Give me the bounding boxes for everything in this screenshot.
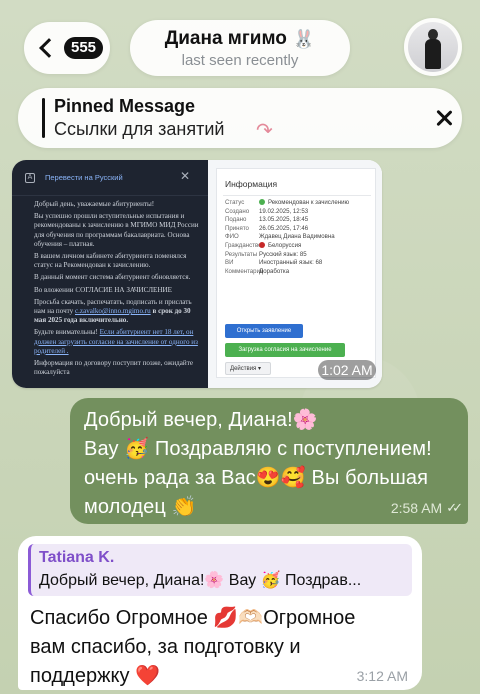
info-row: Подано 13.05.2025, 18:45 <box>225 216 375 225</box>
email-paragraph: Просьба скачать, распечатать, подписать … <box>34 298 202 326</box>
incoming-message[interactable]: Tatiana K. Добрый вечер, Диана!🌸 Вау 🥳 П… <box>18 536 422 690</box>
chat-header: 555 Диана мгимо 🐰 last seen recently <box>0 0 480 88</box>
image-message[interactable]: A Перевести на Русский ✕ Добрый день, ув… <box>12 160 382 388</box>
info-key: ФИО <box>225 233 239 241</box>
info-value: 19.02.2025, 12:53 <box>259 207 309 215</box>
email-paragraph: Добрый день, уважаемые абитуриенты! <box>34 200 155 208</box>
double-check-icon: ✓✓ <box>446 500 463 515</box>
email-paragraph: Во вложении СОГЛАСИЕ НА ЗАЧИСЛЕНИЕ <box>34 285 172 294</box>
email-body: Добрый день, уважаемые абитуриенты! Вы у… <box>34 200 202 380</box>
info-rows: Статус Рекомендован к зачислению Создано 1… <box>225 199 375 276</box>
message-time: 1:02 AM <box>318 360 376 380</box>
message-line: поддержку ❤️ <box>30 665 160 687</box>
info-value: 26.05.2025, 17:46 <box>259 224 309 232</box>
message-line: вам спасибо, за подготовку и <box>30 636 301 658</box>
info-key: Гражданство <box>225 241 262 249</box>
message-text: Спасибо Огромное 💋🫶🏻Огромное вам спасибо… <box>28 604 412 691</box>
avatar-button[interactable] <box>404 18 462 76</box>
message-line: очень рада за Вас😍🥰 Вы большая <box>84 467 429 489</box>
pinned-message-bar[interactable]: Pinned Message Ссылки для занятий ↷ <box>18 88 462 148</box>
chevron-left-icon <box>39 38 59 58</box>
info-value: 13.05.2025, 18:45 <box>259 216 309 224</box>
info-value: Рекомендован к зачислению <box>259 199 375 208</box>
info-key: Создано <box>225 207 250 215</box>
info-value: Русский язык: 85 <box>259 250 307 258</box>
info-key: Комментарий <box>225 267 264 275</box>
pinned-indicator <box>42 98 45 138</box>
status-dot-icon <box>259 199 265 205</box>
info-key: ВИ <box>225 259 234 267</box>
info-key: Принято <box>225 224 249 232</box>
email-paragraph: Вы успешно прошли вступительные испытани… <box>34 212 199 248</box>
translate-label: Перевести на Русский <box>45 173 123 182</box>
message-line: Спасибо Огромное 💋🫶🏻Огромное <box>30 607 356 629</box>
chat-name-row: Диана мгимо 🐰 <box>130 28 350 50</box>
flag-icon <box>259 241 265 248</box>
email-paragraph: Информация по договору поступит позже, о… <box>34 359 193 377</box>
info-row: Создано 19.02.2025, 12:53 <box>225 208 375 217</box>
info-row: Принято 26.05.2025, 17:46 <box>225 225 375 234</box>
outgoing-message[interactable]: Добрый вечер, Диана!🌸 Вау 🥳 Поздравляю с… <box>70 398 468 524</box>
reply-quote[interactable]: Tatiana K. Добрый вечер, Диана!🌸 Вау 🥳 П… <box>28 544 412 596</box>
translate-bar: A Перевести на Русский ✕ <box>12 160 208 196</box>
last-seen-status: last seen recently <box>181 52 299 69</box>
chat-name-emoji: 🐰 <box>292 28 316 50</box>
info-row: Статус Рекомендован к зачислению <box>225 199 375 208</box>
close-icon[interactable] <box>432 106 456 130</box>
info-value: Белоруссия <box>259 241 375 251</box>
chat-title-area[interactable]: Диана мгимо 🐰 last seen recently <box>130 20 350 76</box>
email-paragraph: В данный момент система абитуриент обнов… <box>34 273 191 282</box>
upload-consent-button: Загрузка согласия на зачисление <box>225 343 345 357</box>
info-row: Комментарий Доработка <box>225 268 375 277</box>
info-title: Информация <box>225 179 278 189</box>
chat-name: Диана мгимо <box>164 28 287 49</box>
close-icon: ✕ <box>180 169 191 183</box>
message-meta: 2:58 AM ✓✓ <box>390 500 463 516</box>
unread-count-badge: 555 <box>64 37 104 59</box>
pinned-title: Pinned Message <box>54 96 196 116</box>
actions-dropdown: Действия ▾ <box>225 362 271 375</box>
message-time: 3:12 AM <box>356 668 408 684</box>
back-button[interactable]: 555 <box>24 22 110 74</box>
message-time: 2:58 AM <box>390 500 443 516</box>
info-key: Статус <box>225 199 245 206</box>
open-application-button: Открыть заявление <box>225 324 303 338</box>
info-value-text: Белоруссия <box>268 241 302 249</box>
avatar-figure-body <box>425 39 441 69</box>
info-row: ФИО Ждавец Диана Вадимовна <box>225 233 375 242</box>
info-value: Ждавец Диана Вадимовна <box>259 233 335 241</box>
info-key: Подано <box>225 216 247 224</box>
info-card: Информация Статус Рекомендован к зачислен… <box>216 168 376 378</box>
message-line: Добрый вечер, Диана!🌸 <box>84 409 318 431</box>
info-value: Иностранный язык: 68 <box>259 259 323 267</box>
curved-arrow-icon: ↷ <box>256 120 273 142</box>
avatar <box>408 22 458 72</box>
info-key: Результаты <box>225 250 258 258</box>
pinned-text: Ссылки для занятий <box>54 119 225 139</box>
message-line: Вау 🥳 Поздравляю с поступлением! <box>84 438 432 460</box>
email-paragraph: В вашем личном кабинете абитуриента поме… <box>34 252 187 270</box>
email-paragraph: Будьте внимательны! Если абитуриент нет … <box>34 328 202 356</box>
quote-author: Tatiana K. <box>39 549 115 566</box>
info-value-text: Рекомендован к зачислению <box>268 199 350 206</box>
email-screenshot: A Перевести на Русский ✕ Добрый день, ув… <box>12 160 208 388</box>
applicant-portal-screenshot: Информация Статус Рекомендован к зачислен… <box>208 160 382 388</box>
divider <box>223 195 371 196</box>
info-value: Доработка <box>259 267 290 275</box>
info-row: Гражданство Белоруссия <box>225 241 375 251</box>
info-row: ВИ Иностранный язык: 68 <box>225 259 375 268</box>
quote-text: Добрый вечер, Диана!🌸 Вау 🥳 Поздрав... <box>39 572 362 589</box>
translate-icon: A <box>25 173 35 183</box>
info-row: Результаты Русский язык: 85 <box>225 251 375 260</box>
email-link: c.zavalko@inno.mgimo.ru <box>75 307 151 316</box>
email-warning: Будьте внимательны! <box>34 328 98 337</box>
